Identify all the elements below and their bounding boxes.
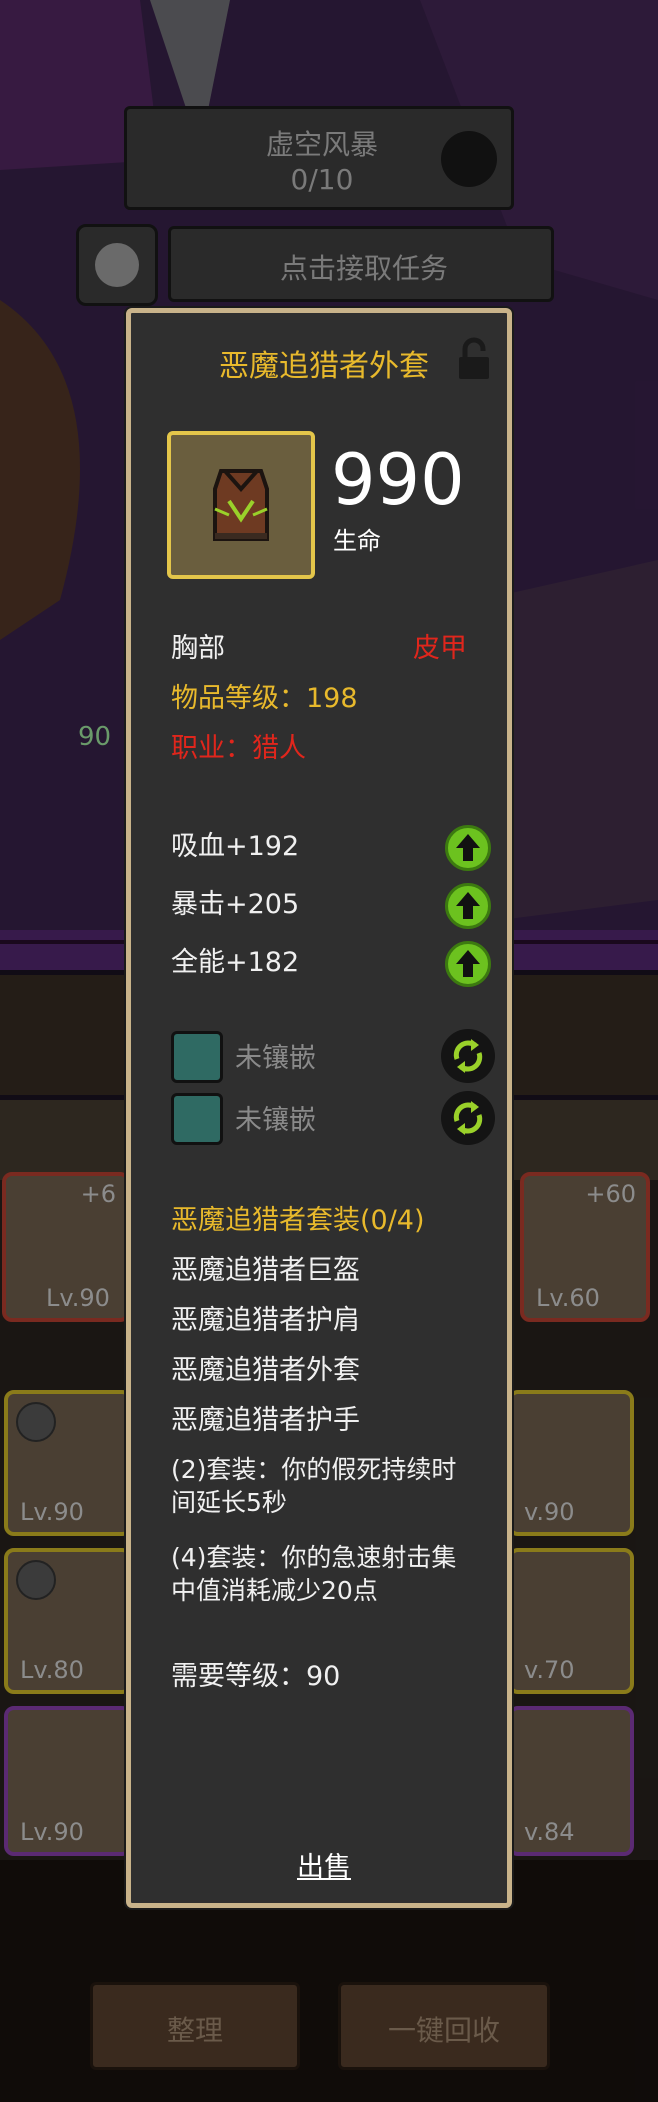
main-stat-value: 990	[331, 439, 465, 521]
slot-level: v.84	[524, 1818, 575, 1846]
recycle-all-button-label: 一键回收	[387, 2014, 500, 2047]
quest-panel[interactable]: 虚空风暴 0/10	[124, 106, 514, 210]
slot-plus: +6	[80, 1180, 116, 1208]
slot-badge: 90	[78, 722, 112, 752]
socket-status: 未镶嵌	[235, 1105, 316, 1136]
set-bonus-4: (4)套装：你的急速射击集中值消耗减少20点	[171, 1543, 457, 1605]
lock-icon	[16, 1402, 56, 1442]
sort-button[interactable]: 整理	[90, 1982, 300, 2070]
inventory-slot[interactable]: Lv.90	[4, 1390, 132, 1536]
refresh-quest-icon[interactable]	[441, 131, 497, 187]
refresh-icon	[453, 1101, 483, 1135]
socket-status: 未镶嵌	[235, 1043, 316, 1074]
secondary-stat: 全能+182	[171, 947, 300, 978]
secondary-stat: 吸血+192	[171, 831, 300, 862]
slot-level: Lv.90	[20, 1818, 84, 1846]
socket-gem-slot	[171, 1093, 223, 1145]
main-stat-name: 生命	[333, 527, 381, 555]
item-slot: 胸部	[171, 633, 225, 664]
refresh-icon	[453, 1039, 483, 1073]
equipped-slot-right[interactable]: +60 Lv.60	[520, 1172, 650, 1322]
slot-level: Lv.90	[20, 1498, 84, 1526]
class-requirement: 职业：猎人	[171, 733, 306, 764]
inventory-slot[interactable]: Lv.90	[4, 1706, 132, 1856]
inventory-slot[interactable]: Lv.80	[4, 1548, 132, 1694]
required-level: 需要等级：90	[171, 1661, 341, 1692]
sort-button-label: 整理	[166, 2014, 223, 2047]
accept-task-button[interactable]: 点击接取任务	[168, 226, 554, 302]
set-piece: 恶魔追猎者巨盔	[171, 1255, 360, 1286]
slot-plus: +60	[585, 1180, 636, 1208]
set-bonus-2: (2)套装：你的假死持续时间延长5秒	[171, 1455, 457, 1517]
slot-level: v.90	[524, 1498, 575, 1526]
socket-gem-slot	[171, 1031, 223, 1083]
sell-button[interactable]: 出售	[131, 1845, 517, 1884]
upgrade-stat-button[interactable]	[445, 883, 491, 929]
armor-type: 皮甲	[413, 633, 467, 664]
slot-level: v.70	[524, 1656, 575, 1684]
upgrade-stat-button[interactable]	[445, 825, 491, 871]
recycle-all-button[interactable]: 一键回收	[338, 1982, 550, 2070]
set-piece: 恶魔追猎者外套	[171, 1355, 360, 1386]
reroll-socket-button[interactable]	[441, 1091, 495, 1145]
item-tooltip-panel: 恶魔追猎者外套 990 生命 胸部 皮甲 物品等级：198 职业：猎人 吸血+1…	[126, 308, 512, 1908]
set-piece: 恶魔追猎者护肩	[171, 1305, 360, 1336]
equipped-slot-left[interactable]: +6 Lv.90	[2, 1172, 130, 1322]
inventory-slot[interactable]: v.84	[508, 1706, 634, 1856]
leather-chest-icon	[213, 469, 269, 541]
lock-icon	[16, 1560, 56, 1600]
slot-level: Lv.80	[20, 1656, 84, 1684]
inventory-slot[interactable]: v.90	[508, 1390, 634, 1536]
item-level: 物品等级：198	[171, 683, 358, 714]
set-name: 恶魔追猎者套装(0/4)	[171, 1205, 425, 1236]
item-icon-frame	[167, 431, 315, 579]
reroll-socket-button[interactable]	[441, 1029, 495, 1083]
arrow-up-icon	[456, 834, 480, 861]
upgrade-stat-button[interactable]	[445, 941, 491, 987]
accept-task-label: 点击接取任务	[279, 252, 448, 285]
padlock-icon[interactable]	[457, 337, 491, 381]
inventory-slot[interactable]: v.70	[508, 1548, 634, 1694]
arrow-up-icon	[456, 950, 480, 977]
arrow-up-icon	[456, 892, 480, 919]
slot-level: Lv.90	[46, 1284, 110, 1312]
slot-level: Lv.60	[536, 1284, 600, 1312]
alert-icon-button[interactable]	[76, 224, 158, 306]
secondary-stat: 暴击+205	[171, 889, 300, 920]
exclamation-icon	[95, 243, 139, 287]
set-piece: 恶魔追猎者护手	[171, 1405, 360, 1436]
